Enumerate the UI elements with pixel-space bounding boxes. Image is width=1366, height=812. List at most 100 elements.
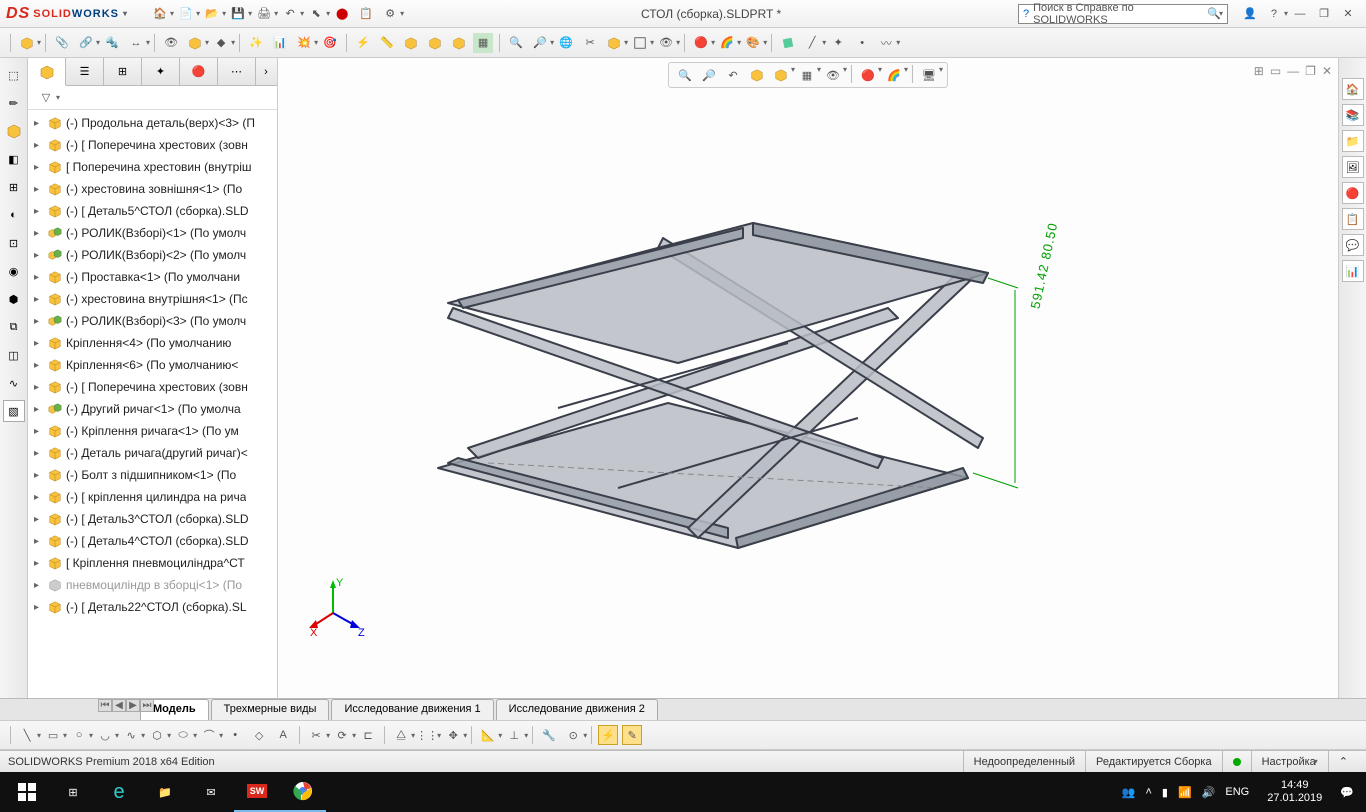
explorer-icon[interactable]: 📁 <box>142 772 188 812</box>
hide-show-icon[interactable]: 👁 <box>656 33 676 53</box>
undo-icon[interactable]: ↶ <box>280 4 300 24</box>
design-library-icon[interactable]: 📚 <box>1342 104 1364 126</box>
tray-expand-icon[interactable]: ˄ <box>1145 786 1151 798</box>
rebuild-icon[interactable]: ⬤ <box>332 4 352 24</box>
tree-node[interactable]: ▸(-) [ Деталь22^СТОЛ (сборка).SL <box>28 596 277 618</box>
measure-icon[interactable] <box>425 33 445 53</box>
tree-node[interactable]: ▸(-) Другий ричаг<1> (По умолча <box>28 398 277 420</box>
appearance-icon[interactable]: 🔴 <box>858 65 878 85</box>
logo-dropdown-icon[interactable]: ▾ <box>123 9 128 18</box>
expand-icon[interactable]: ▸ <box>34 206 44 217</box>
battery-icon[interactable]: ▮ <box>1162 786 1168 799</box>
tab-nav-next[interactable]: ▶ <box>126 699 140 712</box>
solidworks-task-icon[interactable]: SW <box>234 772 280 812</box>
line-icon[interactable]: ╲ <box>17 725 37 745</box>
render-icon[interactable]: 🖥 <box>919 65 939 85</box>
display-tab[interactable]: 🔴 <box>180 58 218 85</box>
expand-icon[interactable]: ▸ <box>34 602 44 613</box>
plane-icon[interactable] <box>778 33 798 53</box>
insert-component-icon[interactable] <box>17 33 37 53</box>
assembly-features-icon[interactable] <box>185 33 205 53</box>
dropdown-icon[interactable]: ▾ <box>196 9 200 18</box>
language-indicator[interactable]: ENG <box>1225 786 1249 798</box>
bom-icon[interactable]: 📊 <box>270 33 290 53</box>
expand-icon[interactable]: ▸ <box>34 360 44 371</box>
config-tab[interactable]: ⊞ <box>104 58 142 85</box>
layout-tab-icon[interactable]: ⊞ <box>3 176 25 198</box>
tree-node[interactable]: ▸(-) [ Поперечина хрестових (зовн <box>28 134 277 156</box>
chrome-icon[interactable] <box>280 772 326 812</box>
rapid-sketch-icon[interactable]: ⚡ <box>598 725 618 745</box>
arc-icon[interactable]: ◡ <box>95 725 115 745</box>
tab-motion2[interactable]: Исследование движения 2 <box>496 699 658 720</box>
dropdown-icon[interactable]: ▾ <box>274 9 278 18</box>
view-orientation-icon[interactable] <box>604 33 624 53</box>
mirror-icon[interactable]: ⧋ <box>391 725 411 745</box>
spline-icon[interactable]: ∿ <box>121 725 141 745</box>
assembly-visual-icon[interactable]: ▦ <box>473 33 493 53</box>
edge-icon[interactable]: e <box>96 772 142 812</box>
repair-icon[interactable]: 🔧 <box>539 725 559 745</box>
linear-pattern-icon[interactable]: 🔗 <box>76 33 96 53</box>
tab-icon[interactable]: ◫ <box>3 344 25 366</box>
display-style-icon[interactable] <box>630 33 650 53</box>
expand-icon[interactable]: ▸ <box>34 514 44 525</box>
section-icon[interactable] <box>747 65 767 85</box>
move-icon[interactable]: ✥ <box>443 725 463 745</box>
property-tab[interactable]: ☰ <box>66 58 104 85</box>
mass-props-icon[interactable] <box>449 33 469 53</box>
tree-node[interactable]: ▸[ Кріплення пневмоцилiндра^СТ <box>28 552 277 574</box>
expand-icon[interactable]: ▸ <box>34 162 44 173</box>
previous-view-icon[interactable]: 🌐 <box>556 33 576 53</box>
people-icon[interactable]: 👥 <box>1122 786 1136 799</box>
apply-scene-icon[interactable]: 🌈 <box>717 33 737 53</box>
tree-node[interactable]: ▸(-) Продольна деталь(верх)<3> (П <box>28 112 277 134</box>
hide-show-items-icon[interactable]: 👁 <box>823 65 843 85</box>
file-explorer-icon[interactable]: 📁 <box>1342 130 1364 152</box>
sim-icon[interactable]: 📊 <box>1342 260 1364 282</box>
tab-icon[interactable]: ▧ <box>3 400 25 422</box>
open-icon[interactable]: 📂 <box>202 4 222 24</box>
dropdown-icon[interactable]: ▾ <box>248 9 252 18</box>
instant2d-icon[interactable]: ✎ <box>622 725 642 745</box>
view-palette-icon[interactable]: 🖼 <box>1342 156 1364 178</box>
display-style-icon[interactable]: ▦ <box>797 65 817 85</box>
tree-node[interactable]: ▸Кріплення<4> (По умолчанию <box>28 332 277 354</box>
resources-icon[interactable]: 🏠 <box>1342 78 1364 100</box>
expand-icon[interactable]: ▸ <box>34 448 44 459</box>
text-icon[interactable]: A <box>273 725 293 745</box>
hole-align-icon[interactable] <box>401 33 421 53</box>
prev-view-icon[interactable]: ↶ <box>723 65 743 85</box>
appearances-icon[interactable]: 🔴 <box>1342 182 1364 204</box>
expand-icon[interactable]: ▸ <box>34 470 44 481</box>
expand-icon[interactable]: ▸ <box>34 580 44 591</box>
expand-icon[interactable]: ▸ <box>34 404 44 415</box>
expand-icon[interactable]: ▸ <box>34 118 44 129</box>
axis-icon[interactable]: ╱ <box>802 33 822 53</box>
expand-icon[interactable]: ▸ <box>34 492 44 503</box>
help-search-input[interactable]: ? Поиск в Справке по SOLIDWORKS 🔍▾ <box>1018 4 1228 24</box>
user-icon[interactable]: 👤 <box>1240 4 1260 24</box>
more-tab[interactable]: ⋯ <box>218 58 256 85</box>
dropdown-icon[interactable]: ▾ <box>222 9 226 18</box>
tab-nav-prev[interactable]: ◀ <box>112 699 126 712</box>
expand-icon[interactable]: ▸ <box>34 184 44 195</box>
forum-icon[interactable]: 💬 <box>1342 234 1364 256</box>
close-button[interactable]: ✕ <box>1338 4 1358 24</box>
expand-icon[interactable]: ▸ <box>34 228 44 239</box>
smart-fasteners-icon[interactable]: 🔩 <box>102 33 122 53</box>
exploded-view-icon[interactable]: 💥 <box>294 33 314 53</box>
section-view-icon[interactable]: ✂ <box>580 33 600 53</box>
coord-icon[interactable]: ✦ <box>828 33 848 53</box>
interference-icon[interactable]: ⚡ <box>353 33 373 53</box>
relation-icon[interactable]: ⊥ <box>504 725 524 745</box>
evaluate-tab-icon[interactable] <box>3 120 25 142</box>
move-component-icon[interactable]: ↔ <box>126 33 146 53</box>
dropdown-icon[interactable]: ▾ <box>300 9 304 18</box>
settings-icon[interactable]: ⚙ <box>380 4 400 24</box>
print-icon[interactable]: 🖨 <box>254 4 274 24</box>
options-icon[interactable]: 📋 <box>356 4 376 24</box>
tree-node[interactable]: ▸(-) Проставка<1> (По умолчани <box>28 266 277 288</box>
status-expand-icon[interactable]: ⌃ <box>1328 751 1358 772</box>
edit-appearance-icon[interactable]: 🔴 <box>691 33 711 53</box>
